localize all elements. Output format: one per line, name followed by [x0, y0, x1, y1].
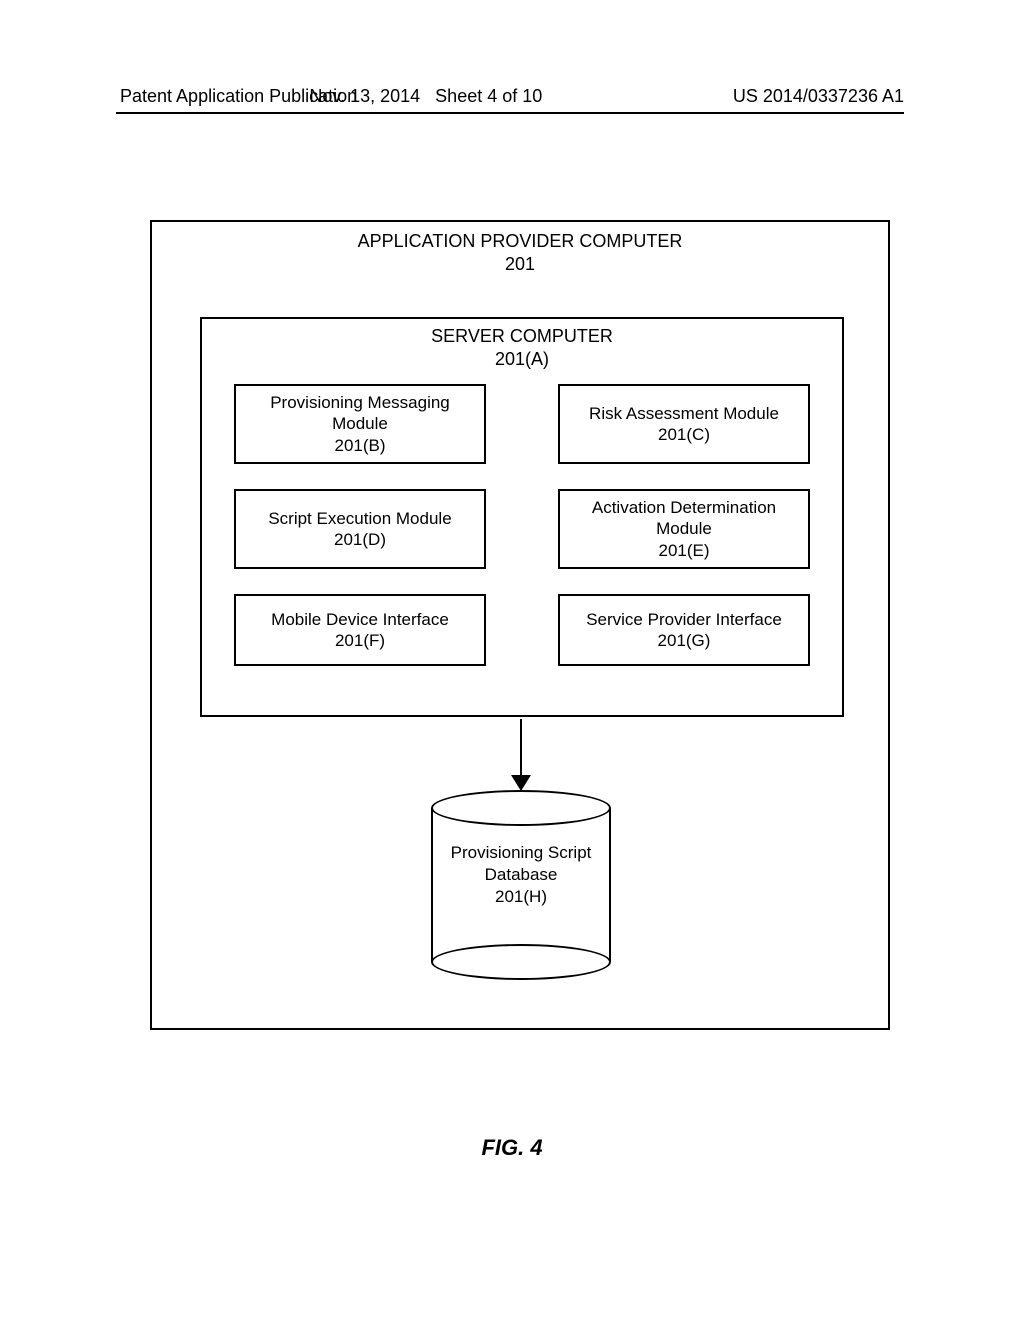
provisioning-script-database: Provisioning Script Database 201(H) — [431, 790, 611, 970]
database-top-ellipse — [431, 790, 611, 826]
module-f-label: Mobile Device Interface — [271, 609, 449, 630]
database-label: Provisioning Script Database 201(H) — [431, 842, 611, 908]
figure-caption: FIG. 4 — [0, 1135, 1024, 1161]
activation-determination-module-box: Activation Determination Module 201(E) — [558, 489, 810, 569]
module-c-label: Risk Assessment Module — [589, 403, 779, 424]
outer-title-text: APPLICATION PROVIDER COMPUTER — [358, 231, 683, 251]
module-g-ref: 201(G) — [658, 630, 711, 651]
module-g-label: Service Provider Interface — [586, 609, 782, 630]
module-d-label: Script Execution Module — [268, 508, 451, 529]
provisioning-messaging-module-box: Provisioning Messaging Module 201(B) — [234, 384, 486, 464]
module-f-ref: 201(F) — [335, 630, 385, 651]
outer-ref: 201 — [505, 254, 535, 274]
arrow-line — [520, 719, 522, 777]
header-rule — [116, 112, 904, 114]
page-header: Patent Application Publication Nov. 13, … — [0, 86, 1024, 107]
server-computer-title: SERVER COMPUTER 201(A) — [202, 325, 842, 372]
application-provider-computer-box: APPLICATION PROVIDER COMPUTER 201 SERVER… — [150, 220, 890, 1030]
module-e-label: Activation Determination Module — [564, 497, 804, 540]
database-bottom-ellipse — [431, 944, 611, 980]
mobile-device-interface-box: Mobile Device Interface 201(F) — [234, 594, 486, 666]
header-sheet: Sheet 4 of 10 — [435, 86, 542, 106]
database-label-text: Provisioning Script Database — [451, 843, 592, 884]
header-date: Nov. 13, 2014 — [309, 86, 420, 106]
header-publication-number: US 2014/0337236 A1 — [733, 86, 904, 107]
module-b-ref: 201(B) — [334, 435, 385, 456]
module-d-ref: 201(D) — [334, 529, 386, 550]
arrow-head-icon — [511, 775, 531, 791]
server-title-text: SERVER COMPUTER — [431, 326, 613, 346]
module-c-ref: 201(C) — [658, 424, 710, 445]
database-ref: 201(H) — [495, 887, 547, 906]
header-date-sheet: Nov. 13, 2014 Sheet 4 of 10 — [309, 86, 542, 107]
risk-assessment-module-box: Risk Assessment Module 201(C) — [558, 384, 810, 464]
module-e-ref: 201(E) — [658, 540, 709, 561]
server-ref: 201(A) — [495, 349, 549, 369]
module-b-label: Provisioning Messaging Module — [240, 392, 480, 435]
script-execution-module-box: Script Execution Module 201(D) — [234, 489, 486, 569]
application-provider-computer-title: APPLICATION PROVIDER COMPUTER 201 — [152, 230, 888, 277]
service-provider-interface-box: Service Provider Interface 201(G) — [558, 594, 810, 666]
server-computer-box: SERVER COMPUTER 201(A) Provisioning Mess… — [200, 317, 844, 717]
